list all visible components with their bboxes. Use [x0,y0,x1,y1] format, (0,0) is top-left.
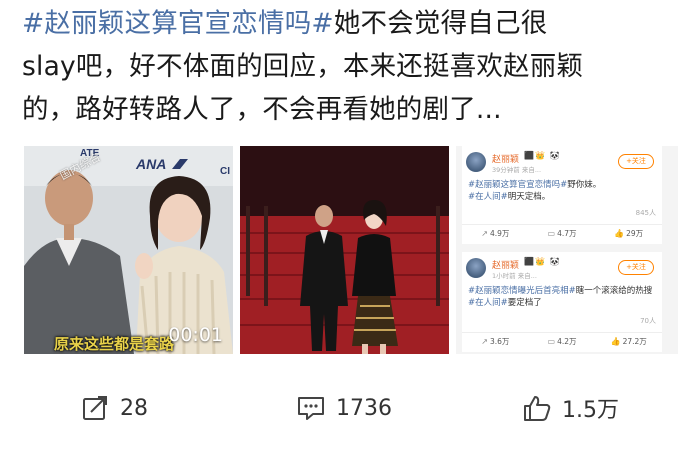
card-hashtag-2[interactable]: #在人间# [468,298,508,308]
comment-count: 4.7万 [557,229,577,238]
card-text-2: 明天定档。 [507,192,551,202]
card-hashtag-2[interactable]: #在人间# [468,192,508,202]
repost-action[interactable]: ↗ 3.6万 [462,333,529,350]
user-badges: ⬛👑 🐼 [524,257,561,266]
post-text-line1: 她不会觉得自己很 [333,8,548,39]
repost-action[interactable]: ↗ 4.9万 [462,225,529,242]
like-count: 1.5万 [562,398,619,423]
card-text: 瞎一个滚滚给的热搜 [575,286,653,296]
post-actions-bar: 28 1736 1.5万 [0,388,690,428]
share-count: 28 [120,395,148,421]
follow-button[interactable]: +关注 [618,154,654,169]
share-icon [83,396,107,420]
card-body: #赵丽颖恋情曝光后首亮相#瞎一个滚滚给的热搜 #在人间#要定档了 [468,285,660,309]
comment-action[interactable]: ▭ 4.2万 [529,333,596,350]
card-actions: ↗ 3.6万 ▭ 4.2万 👍 27.2万 [462,332,662,350]
repost-icon: ↗ [481,229,488,238]
user-badges: ⬛👑 🐼 [524,151,561,160]
comment-action[interactable]: ▭ 4.7万 [529,225,596,242]
video-caption: 原来这些都是套路 [54,335,175,353]
comment-count: 4.2万 [557,337,577,346]
like-button[interactable]: 1.5万 [522,388,619,428]
brand-logo-text: ANA [136,156,167,172]
like-icon: 👍 [610,337,621,346]
post-text-line3: 的，路好转路人了，不会再看她的剧了... [22,94,502,125]
brand-logo-icon [172,159,188,169]
like-icon: 👍 [614,229,625,238]
card-stat: 70人 [640,317,656,325]
avatar[interactable] [466,258,486,278]
weibo-card: 赵丽颖 ⬛👑 🐼 39分钟前 来自... +关注 #赵丽颖这算官宣恋情吗#野你妹… [462,146,662,244]
post-hashtag[interactable]: #赵丽颖这算官宣恋情吗# [22,8,334,39]
card-stat: 845人 [635,209,656,217]
video-thumbnail[interactable]: ATE ANA CI 国内综合 原来这些都是套路 00:01 [24,146,233,354]
like-count: 27.2万 [622,337,647,346]
share-button[interactable]: 28 [80,388,148,428]
red-carpet-photo[interactable] [240,146,449,354]
follow-button[interactable]: +关注 [618,260,654,275]
weibo-card: 赵丽颖 ⬛👑 🐼 1小时前 来自... +关注 #赵丽颖恋情曝光后首亮相#瞎一个… [462,252,662,352]
video-timestamp: 00:01 [168,324,223,346]
comment-icon [298,397,324,420]
comment-icon: ▭ [547,337,556,346]
card-hashtag[interactable]: #赵丽颖恋情曝光后首亮相# [468,286,576,296]
comment-count: 1736 [336,395,392,421]
backdrop-text-side: CI [220,166,230,177]
card-hashtag[interactable]: #赵丽颖这算官宣恋情吗# [468,180,567,190]
red-carpet-scene [240,146,449,354]
post-text: #赵丽颖这算官宣恋情吗#她不会觉得自己很 slay吧，好不体面的回应，本来还挺喜… [22,2,672,131]
video-scene [24,146,233,354]
card-body: #赵丽颖这算官宣恋情吗#野你妹。 #在人间#明天定档。 [468,179,660,203]
like-action[interactable]: 👍 29万 [595,225,662,242]
card-text-2: 要定档了 [507,298,542,308]
like-count: 29万 [626,229,644,238]
avatar[interactable] [466,152,486,172]
like-action[interactable]: 👍 27.2万 [595,333,662,350]
card-text: 野你妹。 [567,180,602,190]
weibo-screenshot[interactable]: 赵丽颖 ⬛👑 🐼 39分钟前 来自... +关注 #赵丽颖这算官宣恋情吗#野你妹… [456,146,678,354]
comment-icon: ▭ [547,229,556,238]
post-text-line2: slay吧，好不体面的回应，本来还挺喜欢赵丽颖 [22,51,584,82]
repost-count: 4.9万 [489,229,510,238]
card-meta: 39分钟前 来自... [492,166,542,174]
repost-icon: ↗ [481,337,488,346]
like-icon [524,396,551,421]
card-meta: 1小时前 来自... [492,272,537,280]
comment-button[interactable]: 1736 [296,388,392,428]
card-actions: ↗ 4.9万 ▭ 4.7万 👍 29万 [462,224,662,242]
repost-count: 3.6万 [489,337,510,346]
